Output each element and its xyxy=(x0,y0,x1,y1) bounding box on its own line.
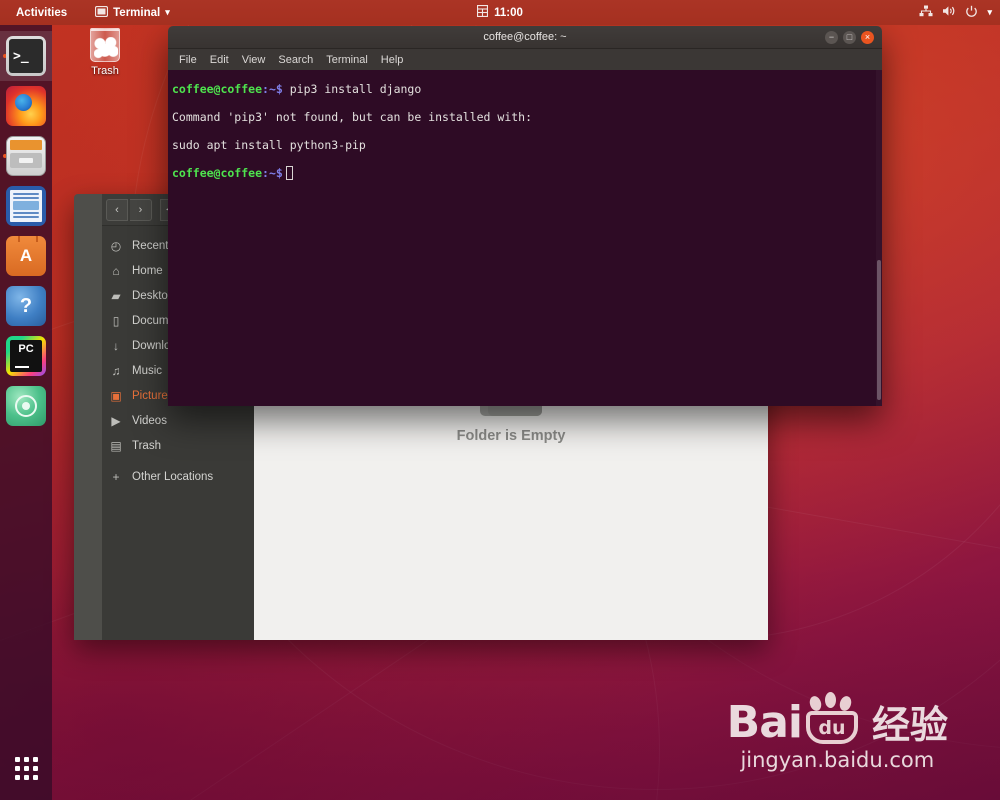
ubuntu-software-icon: A xyxy=(6,236,46,276)
menu-view[interactable]: View xyxy=(242,54,266,66)
menu-terminal[interactable]: Terminal xyxy=(326,54,368,66)
desktop-trash-icon[interactable]: Trash xyxy=(76,28,134,77)
terminal-icon: >_ xyxy=(6,36,46,76)
show-applications-icon xyxy=(14,756,38,780)
terminal-line: coffee@coffee:~$ xyxy=(170,159,874,187)
terminal-line: coffee@coffee:~$ pip3 install django xyxy=(170,75,874,103)
app-menu-button[interactable]: Terminal ▾ xyxy=(95,5,170,20)
sidebar-item-trash[interactable]: ▤ Trash xyxy=(102,433,254,458)
video-icon: ▶ xyxy=(111,413,121,428)
dock-item-files[interactable] xyxy=(0,131,52,181)
terminal-prompt-user: coffee@coffee xyxy=(172,82,263,96)
menu-edit[interactable]: Edit xyxy=(210,54,229,66)
terminal-window[interactable]: coffee@coffee: ~ − □ × File Edit View Se… xyxy=(168,26,882,406)
clock-icon: ◴ xyxy=(110,238,122,253)
libreoffice-writer-icon xyxy=(6,186,46,226)
terminal-scrollbar-thumb[interactable] xyxy=(877,260,881,400)
sidebar-item-label: Other Locations xyxy=(132,470,214,483)
home-icon: ⌂ xyxy=(112,263,120,278)
document-icon: ▯ xyxy=(112,313,120,328)
system-tray[interactable]: ▾ xyxy=(919,5,992,21)
help-icon: ? xyxy=(6,286,46,326)
terminal-output-area[interactable]: coffee@coffee:~$ pip3 install django Com… xyxy=(168,70,882,406)
calendar-icon xyxy=(477,4,489,20)
baidu-jingyan-text: 经验 xyxy=(871,703,948,747)
trash-icon: ▤ xyxy=(110,438,122,453)
baidu-watermark: Bai du 经验 jingyan.baidu.com xyxy=(726,692,948,772)
chevron-down-icon[interactable]: ▾ xyxy=(987,7,992,18)
terminal-title-bar[interactable]: coffee@coffee: ~ − □ × xyxy=(168,26,882,49)
clock-time: 11:00 xyxy=(494,6,523,19)
sidebar-item-label: Home xyxy=(132,264,163,277)
terminal-prompt-user: coffee@coffee xyxy=(172,166,263,180)
dock-item-writer[interactable] xyxy=(0,181,52,231)
back-button[interactable]: ‹ xyxy=(106,198,128,221)
terminal-prompt-path: :~$ xyxy=(262,82,283,96)
download-icon: ↓ xyxy=(113,338,119,353)
empty-folder-label: Folder is Empty xyxy=(456,428,566,444)
baidu-bai-text: Bai xyxy=(726,697,803,749)
terminal-line: sudo apt install python3-pip xyxy=(170,131,874,159)
baidu-logo: Bai du 经验 xyxy=(726,692,948,749)
sidebar-item-label: Recent xyxy=(132,239,169,252)
dock-item-firefox[interactable] xyxy=(0,81,52,131)
terminal-title: coffee@coffee: ~ xyxy=(483,31,567,43)
file-manager-icon-strip xyxy=(74,194,102,640)
baidu-paw-icon: du xyxy=(804,692,864,744)
firefox-icon xyxy=(6,86,46,126)
dock-item-atom[interactable] xyxy=(0,381,52,431)
terminal-scrollbar[interactable] xyxy=(876,70,882,406)
activities-button[interactable]: Activities xyxy=(10,5,73,21)
terminal-menu-bar: File Edit View Search Terminal Help xyxy=(168,49,882,70)
window-controls: − □ × xyxy=(825,30,874,44)
sidebar-item-other-locations[interactable]: + Other Locations xyxy=(102,464,254,489)
forward-button[interactable]: › xyxy=(130,198,152,221)
menu-search[interactable]: Search xyxy=(278,54,313,66)
power-icon[interactable] xyxy=(965,5,978,21)
close-button[interactable]: × xyxy=(861,30,874,44)
terminal-cursor xyxy=(285,166,293,180)
volume-icon[interactable] xyxy=(942,5,956,20)
terminal-output: Command 'pip3' not found, but can be ins… xyxy=(172,110,533,124)
files-icon xyxy=(6,136,46,176)
baidu-url: jingyan.baidu.com xyxy=(740,748,935,772)
terminal-prompt-path: :~$ xyxy=(262,166,283,180)
sidebar-item-videos[interactable]: ▶ Videos xyxy=(102,408,254,433)
sidebar-item-label: Trash xyxy=(132,439,161,452)
dock-item-pycharm[interactable]: PC xyxy=(0,331,52,381)
dock-item-terminal[interactable]: >_ xyxy=(0,31,52,81)
desktop-trash-label: Trash xyxy=(91,65,119,77)
app-menu-label: Terminal xyxy=(113,6,161,19)
network-icon[interactable] xyxy=(919,5,933,20)
atom-icon xyxy=(6,386,46,426)
dock: >_ A ? PC xyxy=(0,25,52,800)
show-applications-button[interactable] xyxy=(0,744,52,792)
dock-item-help[interactable]: ? xyxy=(0,281,52,331)
chevron-down-icon: ▾ xyxy=(165,7,170,17)
desktop-screen: Trash Activities Terminal ▾ 11:00 ▾ >_ A… xyxy=(0,0,1000,800)
minimize-button[interactable]: − xyxy=(825,30,838,44)
folder-icon: ▰ xyxy=(111,288,121,303)
pycharm-icon: PC xyxy=(6,336,46,376)
maximize-button[interactable]: □ xyxy=(843,30,856,44)
menu-file[interactable]: File xyxy=(179,54,197,66)
menu-help[interactable]: Help xyxy=(381,54,404,66)
sidebar-item-label: Videos xyxy=(132,414,167,427)
terminal-output: sudo apt install python3-pip xyxy=(172,138,366,152)
plus-icon: + xyxy=(112,469,120,484)
baidu-du-text: du xyxy=(805,711,858,744)
camera-icon: ▣ xyxy=(110,388,122,403)
dock-item-software[interactable]: A xyxy=(0,231,52,281)
music-icon: ♫ xyxy=(111,363,121,378)
trash-can-glyph xyxy=(90,28,120,62)
sidebar-item-label: Music xyxy=(132,364,163,377)
terminal-command: pip3 install django xyxy=(282,82,422,96)
terminal-app-icon xyxy=(95,5,109,20)
terminal-line: Command 'pip3' not found, but can be ins… xyxy=(170,103,874,131)
top-bar: Activities Terminal ▾ 11:00 ▾ xyxy=(0,0,1000,25)
